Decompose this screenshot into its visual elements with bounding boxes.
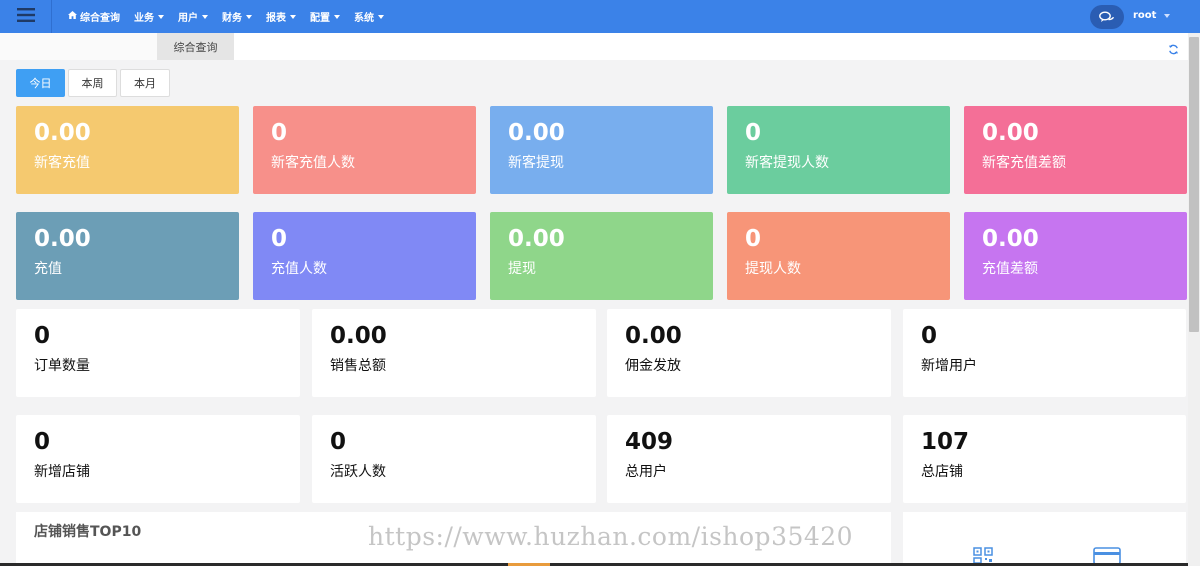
period-month-button[interactable]: 本月 — [120, 69, 170, 97]
stat-label: 新增用户 — [921, 358, 977, 374]
stat-card-recharge: 0.00 充值 — [16, 212, 239, 300]
stat-label: 新客提现人数 — [745, 155, 829, 171]
stat-label: 充值差额 — [982, 261, 1038, 277]
stat-card-new-shops: 0 新增店铺 — [16, 415, 300, 503]
scrollbar-thumb[interactable] — [1189, 37, 1199, 332]
stat-value: 0 — [921, 323, 938, 349]
stat-label: 新客充值人数 — [271, 155, 355, 171]
stat-card-sales-total: 0.00 销售总额 — [312, 309, 596, 397]
period-week-button[interactable]: 本周 — [68, 69, 117, 97]
period-today-button[interactable]: 今日 — [16, 69, 65, 97]
stat-label: 提现人数 — [745, 261, 801, 277]
stat-card-new-recharge-count: 0 新客充值人数 — [253, 106, 476, 194]
nav-item-label: 系统 — [354, 13, 374, 24]
stat-card-order-count: 0 订单数量 — [16, 309, 300, 397]
caret-down-icon — [1164, 13, 1171, 18]
refresh-icon[interactable] — [1168, 40, 1179, 59]
panel-title: 店铺销售TOP10 — [34, 524, 142, 540]
stat-value: 107 — [921, 429, 970, 455]
stat-label: 总用户 — [625, 464, 667, 480]
stat-label: 充值 — [34, 261, 62, 277]
stat-label: 充值人数 — [271, 261, 327, 277]
nav-item-overview[interactable]: 综合查询 — [68, 9, 120, 24]
menu-toggle-button[interactable] — [0, 0, 52, 33]
tab-strip: 综合查询 — [0, 33, 1188, 60]
tab-overview[interactable]: 综合查询 — [157, 33, 234, 60]
nav-item-config[interactable]: 配置 — [310, 9, 340, 24]
stat-value: 0.00 — [330, 323, 387, 349]
stat-label: 销售总额 — [330, 358, 386, 374]
user-name-label: root — [1133, 10, 1157, 21]
stat-label: 新增店铺 — [34, 464, 90, 480]
quick-actions-panel — [903, 512, 1186, 566]
stat-value: 0 — [271, 226, 288, 252]
nav-item-label: 综合查询 — [80, 13, 120, 24]
chat-icon — [1099, 8, 1115, 27]
stat-card-new-withdraw: 0.00 新客提现 — [490, 106, 713, 194]
nav-item-label: 业务 — [134, 13, 154, 24]
stat-card-total-shops: 107 总店铺 — [903, 415, 1186, 503]
stat-value: 0 — [745, 226, 762, 252]
stat-card-new-recharge-diff: 0.00 新客充值差额 — [964, 106, 1187, 194]
caret-down-icon — [158, 14, 164, 19]
user-menu[interactable]: root — [1133, 10, 1171, 21]
chat-button[interactable] — [1090, 5, 1124, 29]
caret-down-icon — [378, 14, 384, 19]
nav-item-label: 配置 — [310, 13, 330, 24]
stat-value: 0.00 — [508, 120, 565, 146]
stat-label: 新客充值差额 — [982, 155, 1066, 171]
main-nav: 综合查询 业务 用户 财务 报表 配置 系统 — [68, 0, 398, 33]
stat-value: 0 — [34, 429, 51, 455]
stat-label: 活跃人数 — [330, 464, 386, 480]
stat-value: 0 — [330, 429, 347, 455]
stat-value: 0.00 — [508, 226, 565, 252]
stat-card-commission: 0.00 佣金发放 — [607, 309, 891, 397]
stat-card-withdraw-count: 0 提现人数 — [727, 212, 950, 300]
stat-label: 新客提现 — [508, 155, 564, 171]
stat-label: 总店铺 — [921, 464, 963, 480]
stat-card-active-users: 0 活跃人数 — [312, 415, 596, 503]
caret-down-icon — [246, 14, 252, 19]
nav-item-reports[interactable]: 报表 — [266, 9, 296, 24]
stat-card-recharge-count: 0 充值人数 — [253, 212, 476, 300]
stat-card-total-users: 409 总用户 — [607, 415, 891, 503]
stat-label: 佣金发放 — [625, 358, 681, 374]
stat-card-new-withdraw-count: 0 新客提现人数 — [727, 106, 950, 194]
stat-card-new-recharge: 0.00 新客充值 — [16, 106, 239, 194]
stat-label: 提现 — [508, 261, 536, 277]
nav-item-label: 报表 — [266, 13, 286, 24]
nav-item-business[interactable]: 业务 — [134, 9, 164, 24]
hamburger-icon — [16, 7, 35, 26]
nav-item-system[interactable]: 系统 — [354, 9, 384, 24]
caret-down-icon — [202, 14, 208, 19]
caret-down-icon — [334, 14, 340, 19]
nav-item-users[interactable]: 用户 — [178, 9, 208, 24]
stat-card-new-users: 0 新增用户 — [903, 309, 1186, 397]
stat-value: 0.00 — [982, 120, 1039, 146]
stat-card-withdraw: 0.00 提现 — [490, 212, 713, 300]
watermark-text: https://www.huzhan.com/ishop35420 — [368, 522, 854, 551]
stat-value: 0 — [34, 323, 51, 349]
stat-card-recharge-diff: 0.00 充值差额 — [964, 212, 1187, 300]
home-icon — [68, 11, 77, 22]
caret-down-icon — [290, 14, 296, 19]
stat-value: 0.00 — [982, 226, 1039, 252]
stat-label: 订单数量 — [34, 358, 90, 374]
stat-value: 0 — [271, 120, 288, 146]
nav-item-label: 财务 — [222, 13, 242, 24]
top-navbar: 综合查询 业务 用户 财务 报表 配置 系统 root — [0, 0, 1200, 33]
stat-value: 0.00 — [625, 323, 682, 349]
stat-value: 0 — [745, 120, 762, 146]
stat-value: 409 — [625, 429, 674, 455]
stat-label: 新客充值 — [34, 155, 90, 171]
stat-value: 0.00 — [34, 226, 91, 252]
nav-item-label: 用户 — [178, 13, 198, 24]
stat-value: 0.00 — [34, 120, 91, 146]
nav-item-finance[interactable]: 财务 — [222, 9, 252, 24]
